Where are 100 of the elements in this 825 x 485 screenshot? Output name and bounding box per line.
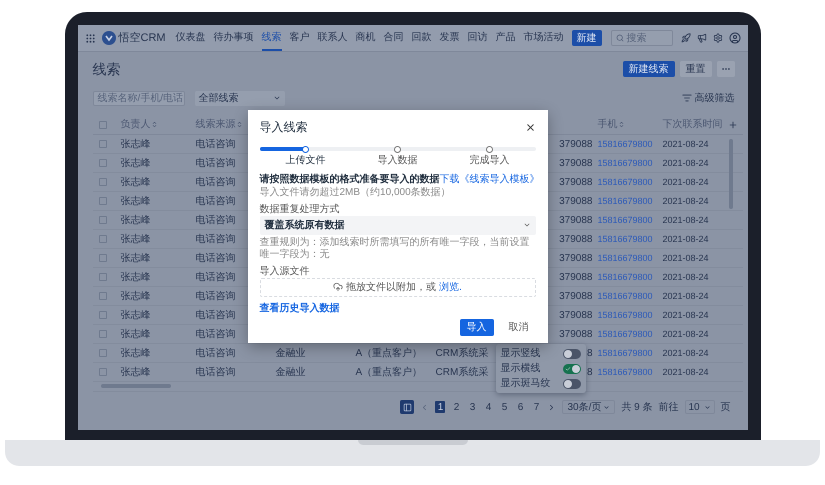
download-template-link[interactable]: 下载《线索导入模板》: [440, 172, 540, 186]
mobile-link[interactable]: 15816679800: [598, 138, 653, 148]
advanced-filter-button[interactable]: 高级筛选: [682, 90, 734, 106]
owner-cell: 张志峰: [120, 290, 150, 302]
megaphone-icon[interactable]: [696, 33, 706, 43]
row-checkbox[interactable]: [98, 235, 106, 243]
nav-tab[interactable]: 仪表盘: [176, 25, 206, 51]
page-title: 线索: [92, 60, 120, 78]
toolbar-button[interactable]: 新建线索: [622, 61, 674, 77]
telephone-cell-text: 379088: [559, 328, 592, 342]
telephone-cell-text: 379088: [559, 138, 592, 152]
row-checkbox[interactable]: [98, 178, 106, 186]
goto-page-field[interactable]: 10: [684, 400, 714, 414]
nav-tab[interactable]: 回访: [468, 25, 488, 51]
mobile-link[interactable]: 15816679800: [598, 252, 653, 262]
panel-icon: [402, 402, 412, 412]
nav-tab[interactable]: 发票: [440, 25, 460, 51]
mobile-link[interactable]: 15816679800: [598, 328, 653, 338]
column-header[interactable]: 负责人: [120, 117, 158, 132]
row-checkbox[interactable]: [98, 140, 106, 148]
telephone-cell-text: 379088: [559, 156, 592, 170]
source-cell: 电话咨询: [196, 158, 236, 168]
file-dropzone[interactable]: 拖放文件以附加，或 浏览.: [260, 278, 536, 296]
toggle-switch[interactable]: [562, 364, 580, 374]
chevron-down-icon: [272, 94, 280, 102]
field-label: 数据重复处理方式: [260, 202, 340, 216]
page-number[interactable]: 5: [499, 401, 510, 413]
column-header[interactable]: 下次联系时间: [662, 117, 722, 132]
add-column-icon[interactable]: [728, 120, 738, 130]
page-number[interactable]: 1: [435, 401, 446, 413]
step-label: 上传文件: [286, 154, 326, 166]
column-header[interactable]: 手机: [598, 117, 624, 132]
row-checkbox[interactable]: [98, 159, 106, 167]
mobile-link[interactable]: 15816679800: [598, 290, 653, 300]
toggle-switch[interactable]: [562, 348, 580, 358]
dialog-button[interactable]: 导入: [460, 319, 494, 336]
dialog-title: 导入线索: [260, 119, 308, 136]
telephone-cell-text: 8: [586, 366, 592, 380]
owner-cell: 张志峰: [120, 176, 150, 188]
apps-grid-icon[interactable]: [84, 32, 96, 44]
page-number[interactable]: 2: [451, 401, 462, 413]
cloud-upload-icon: [333, 282, 344, 292]
page-number[interactable]: 6: [515, 401, 526, 413]
check-icon: [564, 366, 570, 372]
app-name: 悟空CRM: [118, 30, 166, 46]
mobile-link[interactable]: 15816679800: [598, 348, 653, 358]
new-button[interactable]: 新建: [572, 30, 602, 46]
toggle-switch[interactable]: [562, 378, 580, 388]
page-number[interactable]: 4: [483, 401, 494, 413]
close-icon[interactable]: [524, 122, 536, 132]
rocket-icon[interactable]: [680, 33, 690, 43]
owner-cell: 张志峰: [120, 366, 150, 378]
search-field[interactable]: 搜索: [610, 30, 672, 46]
mobile-link[interactable]: 15816679800: [598, 158, 653, 168]
more-button[interactable]: [716, 61, 734, 77]
row-checkbox[interactable]: [98, 368, 106, 376]
header-checkbox[interactable]: [98, 120, 106, 128]
nav-tab[interactable]: 合同: [384, 25, 404, 51]
layout-toggle-button[interactable]: [400, 400, 414, 414]
mobile-link[interactable]: 15816679800: [598, 234, 653, 244]
nav-tab[interactable]: 联系人: [318, 25, 348, 51]
mobile-link[interactable]: 15816679800: [598, 176, 653, 186]
row-checkbox[interactable]: [98, 349, 106, 357]
row-checkbox[interactable]: [98, 254, 106, 262]
row-checkbox[interactable]: [98, 311, 106, 319]
owner-cell: 张志峰: [120, 272, 150, 282]
filter-icon: [682, 93, 692, 103]
user-avatar-icon[interactable]: [728, 32, 740, 44]
scope-dropdown[interactable]: 全部线索: [194, 90, 284, 106]
mobile-link[interactable]: 15816679800: [598, 196, 653, 206]
row-checkbox[interactable]: [98, 273, 106, 281]
telephone-cell-text: 379088: [559, 270, 592, 284]
history-link[interactable]: 查看历史导入数据: [260, 302, 340, 314]
industry-cell: 金融业: [276, 348, 306, 358]
row-checkbox[interactable]: [98, 292, 106, 300]
page-number[interactable]: 3: [467, 401, 478, 413]
page-number[interactable]: 7: [531, 401, 542, 413]
nav-tab[interactable]: 商机: [356, 25, 376, 51]
column-header[interactable]: 线索来源: [196, 117, 242, 132]
search-field[interactable]: 线索名称/手机/电话: [92, 90, 184, 106]
row-checkbox[interactable]: [98, 197, 106, 205]
nav-tab[interactable]: 线索: [262, 25, 282, 51]
settings-icon[interactable]: [712, 33, 722, 43]
mobile-link[interactable]: 15816679800: [598, 214, 653, 224]
nav-tab[interactable]: 回款: [412, 25, 432, 51]
level-cell: A（重点客户）: [356, 366, 422, 378]
nav-tab[interactable]: 客户: [290, 25, 310, 51]
mobile-link[interactable]: 15816679800: [598, 366, 653, 376]
mobile-link[interactable]: 15816679800: [598, 310, 653, 320]
page-size-dropdown[interactable]: 30条/页: [562, 400, 616, 414]
dedupe-select[interactable]: 覆盖系统原有数据: [260, 216, 536, 234]
logo-icon: [102, 31, 116, 45]
row-checkbox[interactable]: [98, 330, 106, 338]
nav-tab[interactable]: 市场活动: [524, 25, 564, 51]
nav-tab[interactable]: 待办事项: [214, 25, 254, 51]
nav-tab[interactable]: 产品: [496, 25, 516, 51]
date-cell: 2021-08-24: [662, 366, 709, 376]
toolbar-button[interactable]: 重置: [680, 61, 712, 77]
mobile-link[interactable]: 15816679800: [598, 272, 653, 282]
row-checkbox[interactable]: [98, 216, 106, 224]
